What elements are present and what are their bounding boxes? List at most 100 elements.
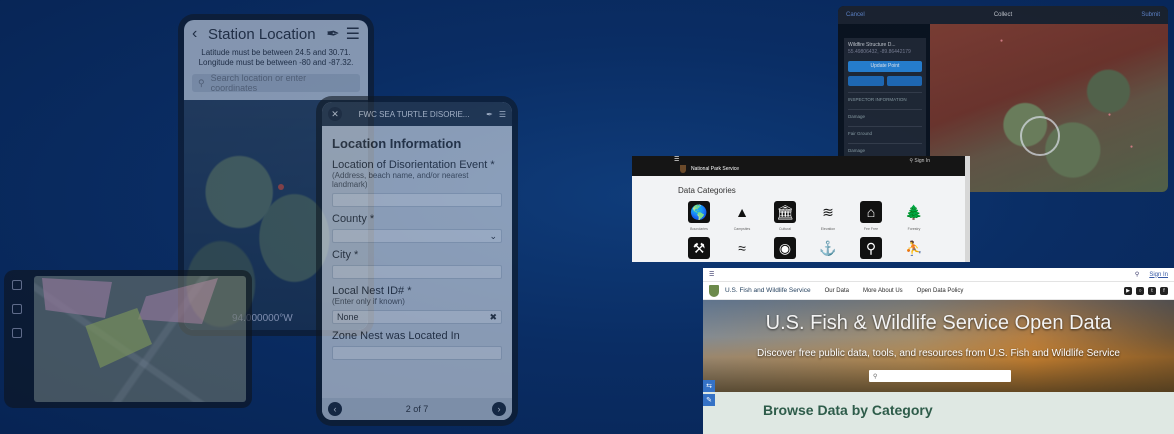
category-tile[interactable]: 🌎 Boundaries bbox=[682, 201, 716, 231]
station-search-input[interactable]: ⚲ Search location or enter coordinates bbox=[192, 73, 360, 93]
side-tools: ⇆ ✎ bbox=[703, 380, 715, 406]
station-search-placeholder: Search location or enter coordinates bbox=[210, 73, 307, 93]
twitter-icon[interactable]: t bbox=[1148, 286, 1156, 295]
fwc-form-screen: ✕ FWC SEA TURTLE DISORIE... ✒ ☰ Location… bbox=[322, 102, 512, 420]
previous-page-icon[interactable]: ‹ bbox=[328, 402, 342, 416]
close-icon[interactable]: ✕ bbox=[328, 107, 342, 121]
map-label: ● bbox=[1108, 112, 1112, 118]
pager-label: 2 of 7 bbox=[405, 404, 429, 414]
category-tile[interactable]: ⌂ Fee Free bbox=[854, 201, 888, 231]
search-icon: ⚲ bbox=[873, 373, 878, 380]
location-field[interactable] bbox=[332, 193, 502, 207]
category-tile[interactable]: ≋ Elevation bbox=[811, 201, 845, 232]
nps-sign-in[interactable]: ⚲ Sign In bbox=[909, 158, 930, 164]
fwc-section-title: Location Information bbox=[332, 136, 462, 151]
panel-row: Damage bbox=[848, 143, 922, 154]
tent-icon: ▲ bbox=[735, 204, 749, 220]
category-tile[interactable]: ⚓ bbox=[811, 237, 845, 259]
instagram-icon[interactable]: ○ bbox=[1136, 286, 1144, 295]
fws-utility-bar: ☰ ⚲ Sign In bbox=[703, 268, 1174, 282]
menu-icon[interactable]: ☰ bbox=[709, 271, 714, 278]
pencil-icon[interactable]: ✒ bbox=[326, 24, 339, 44]
search-icon[interactable]: ⚲ bbox=[1135, 271, 1139, 278]
feature-coords: 55.49806432, -89.86442179 bbox=[848, 49, 911, 55]
category-tile[interactable]: ⚲ bbox=[854, 237, 888, 259]
category-tile[interactable]: ◉ bbox=[768, 237, 802, 259]
fws-emblem-icon bbox=[709, 284, 719, 297]
satellite-map[interactable] bbox=[34, 276, 246, 402]
clear-icon[interactable]: ✖ bbox=[489, 312, 497, 323]
next-page-icon[interactable]: › bbox=[492, 402, 506, 416]
station-header: ‹ Station Location ✒ ☰ bbox=[184, 20, 368, 48]
feature-title: Wildfire Structure D... bbox=[848, 42, 896, 48]
category-tile[interactable]: ▲ Campsites bbox=[725, 201, 759, 231]
browse-heading: Browse Data by Category bbox=[703, 392, 1174, 434]
edit-icon[interactable] bbox=[12, 304, 22, 314]
contour-icon: ≋ bbox=[822, 203, 834, 220]
fwc-header: ✕ FWC SEA TURTLE DISORIE... ✒ ☰ bbox=[322, 102, 512, 126]
nav-more-about-us[interactable]: More About Us bbox=[863, 288, 903, 294]
camera-icon[interactable] bbox=[848, 76, 884, 86]
waves-icon: ≈ bbox=[738, 240, 746, 256]
location-pin-icon[interactable] bbox=[278, 184, 284, 190]
parcel-polygon[interactable] bbox=[138, 278, 218, 324]
field-label: Zone Nest was Located In bbox=[332, 330, 460, 342]
field-label: Location of Disorientation Event * bbox=[332, 159, 495, 171]
map-pin-icon: ◉ bbox=[774, 237, 796, 259]
tree-icon: 🌲 bbox=[905, 203, 923, 220]
update-point-button[interactable]: Update Point bbox=[848, 61, 922, 72]
youtube-icon[interactable]: ▶ bbox=[1124, 286, 1132, 295]
panel-row: Fair Ground bbox=[848, 126, 922, 137]
category-tile[interactable]: 🏛 Cultural bbox=[768, 201, 802, 231]
measure-icon[interactable] bbox=[12, 328, 22, 338]
nav-our-data[interactable]: Our Data bbox=[825, 288, 849, 294]
panel-row: INSPECTOR INFORMATION bbox=[848, 92, 922, 103]
city-field[interactable] bbox=[332, 265, 502, 279]
selection-ring[interactable] bbox=[1020, 116, 1060, 156]
edit-icon[interactable]: ✎ bbox=[703, 394, 715, 406]
category-tile[interactable]: ⚒ bbox=[682, 237, 716, 259]
anchor-icon: ⚓ bbox=[819, 239, 837, 256]
pickaxe-icon: ⚒ bbox=[688, 237, 710, 259]
zone-field[interactable] bbox=[332, 346, 502, 360]
nest-id-field[interactable]: None ✖ bbox=[332, 310, 502, 324]
facebook-icon[interactable]: f bbox=[1160, 286, 1168, 295]
nps-data-page: ☰ ⚲ Sign In National Park Service Data C… bbox=[632, 156, 970, 262]
back-icon[interactable]: ‹ bbox=[192, 25, 197, 43]
field-label: Local Nest ID# * bbox=[332, 285, 412, 297]
action-buttons bbox=[848, 76, 922, 86]
sign-in-link[interactable]: Sign In bbox=[1149, 272, 1168, 278]
nav-open-data-policy[interactable]: Open Data Policy bbox=[917, 288, 964, 294]
pencil-icon[interactable] bbox=[886, 76, 922, 86]
category-tile[interactable]: ⛹ bbox=[897, 237, 931, 259]
field-hint: (Address, beach name, and/or nearest lan… bbox=[332, 171, 469, 189]
county-select[interactable]: ⌄ bbox=[332, 229, 502, 243]
arrowhead-logo-icon bbox=[680, 165, 686, 173]
cancel-button[interactable]: Cancel bbox=[846, 12, 865, 18]
menu-icon[interactable]: ☰ bbox=[674, 156, 679, 163]
fwc-pager: ‹ 2 of 7 › bbox=[322, 398, 512, 420]
building-icon: 🏛 bbox=[774, 201, 796, 223]
parcel-polygon[interactable] bbox=[42, 278, 112, 318]
menu-icon[interactable]: ☰ bbox=[346, 24, 360, 44]
fws-brand[interactable]: U.S. Fish and Wildlife Service bbox=[725, 287, 811, 294]
share-icon[interactable]: ⇆ bbox=[703, 380, 715, 392]
scrollbar[interactable] bbox=[965, 156, 970, 262]
selected-parcel-polygon[interactable] bbox=[85, 308, 152, 368]
submit-button[interactable]: Submit bbox=[1141, 12, 1160, 18]
fwc-title: FWC SEA TURTLE DISORIE... bbox=[358, 109, 470, 119]
station-note: Latitude must be between 24.5 and 30.71.… bbox=[198, 48, 354, 67]
menu-icon[interactable]: ☰ bbox=[499, 110, 506, 119]
category-tile[interactable]: 🌲 Forestry bbox=[897, 201, 931, 232]
fws-nav: U.S. Fish and Wildlife Service Our Data … bbox=[703, 282, 1174, 300]
map-label: ● bbox=[1130, 144, 1134, 150]
pencil-icon[interactable]: ✒ bbox=[486, 110, 493, 119]
field-label: County * bbox=[332, 213, 375, 225]
field-hint: (Enter only if known) bbox=[332, 297, 405, 306]
globe-icon: 🌎 bbox=[688, 201, 710, 223]
hero-title: U.S. Fish & Wildlife Service Open Data bbox=[765, 312, 1112, 334]
chevron-down-icon: ⌄ bbox=[489, 230, 497, 241]
category-tile[interactable]: ≈ bbox=[725, 237, 759, 259]
layers-icon[interactable] bbox=[12, 280, 22, 290]
hero-search-input[interactable]: ⚲ bbox=[869, 370, 1011, 382]
